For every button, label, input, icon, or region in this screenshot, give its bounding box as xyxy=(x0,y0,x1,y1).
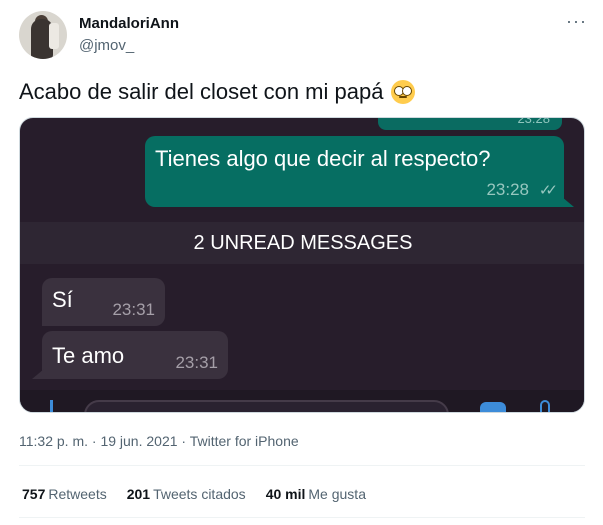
tweet: MandaloriAnn @jmov_ ··· Acabo de salir d… xyxy=(0,0,603,525)
previous-bubble-time: 23:28 xyxy=(517,117,550,126)
message-input-field xyxy=(84,400,449,412)
divider xyxy=(19,465,585,466)
plus-icon xyxy=(50,400,53,412)
quote-tweets-stat[interactable]: 201 Tweets citados xyxy=(127,486,246,502)
likes-label: Me gusta xyxy=(308,486,366,502)
incoming-message-text: Te amo xyxy=(52,343,125,368)
tweet-text-content: Acabo de salir del closet con mi papá xyxy=(19,79,384,104)
retweets-count: 757 xyxy=(22,486,46,502)
chat-composer-bar xyxy=(20,390,584,412)
avatar-highlight xyxy=(49,23,59,49)
divider xyxy=(19,517,585,518)
retweets-label: Retweets xyxy=(48,486,107,502)
more-options-icon[interactable]: ··· xyxy=(566,12,587,30)
outgoing-message-time: 23:28 xyxy=(486,180,529,199)
outgoing-message-bubble: Tienes algo que decir al respecto? 23:28… xyxy=(145,136,574,207)
unread-messages-label: 2 UNREAD MESSAGES xyxy=(193,232,413,254)
avatar[interactable] xyxy=(19,11,67,59)
quote-tweets-label: Tweets citados xyxy=(153,486,246,502)
quote-tweets-count: 201 xyxy=(126,486,151,502)
incoming-message-time: 23:31 xyxy=(175,353,218,372)
tweet-text: Acabo de salir del closet con mi papá xyxy=(19,79,416,105)
outgoing-message-text: Tienes algo que decir al respecto? xyxy=(155,146,491,171)
read-receipt-icon: ✓✓ xyxy=(538,182,558,199)
incoming-message-text: Sí xyxy=(52,287,73,312)
retweets-stat[interactable]: 757 Retweets xyxy=(22,486,107,502)
previous-outgoing-bubble: 23:28 xyxy=(378,117,562,130)
face-with-rolling-eyes-emoji-icon xyxy=(391,80,416,104)
author-handle[interactable]: @jmov_ xyxy=(79,37,134,54)
incoming-message-bubble: Te amo 23:31 xyxy=(32,331,228,379)
engagement-stats: 757 Retweets 201 Tweets citados 40 mil Me g… xyxy=(22,486,386,502)
likes-stat[interactable]: 40 mil Me gusta xyxy=(266,486,366,502)
author-name[interactable]: MandaloriAnn xyxy=(79,15,179,32)
likes-count: 40 mil xyxy=(265,486,306,502)
unread-messages-banner: 2 UNREAD MESSAGES xyxy=(20,222,584,264)
tweet-timestamp-source[interactable]: 11:32 p. m. · 19 jun. 2021 · Twitter for… xyxy=(19,433,299,449)
incoming-message-time: 23:31 xyxy=(112,300,155,319)
camera-icon xyxy=(480,402,506,412)
attached-chat-screenshot[interactable]: 23:28 Tienes algo que decir al respecto?… xyxy=(19,117,585,413)
microphone-icon xyxy=(540,400,550,412)
incoming-message-bubble: Sí 23:31 xyxy=(42,278,165,326)
